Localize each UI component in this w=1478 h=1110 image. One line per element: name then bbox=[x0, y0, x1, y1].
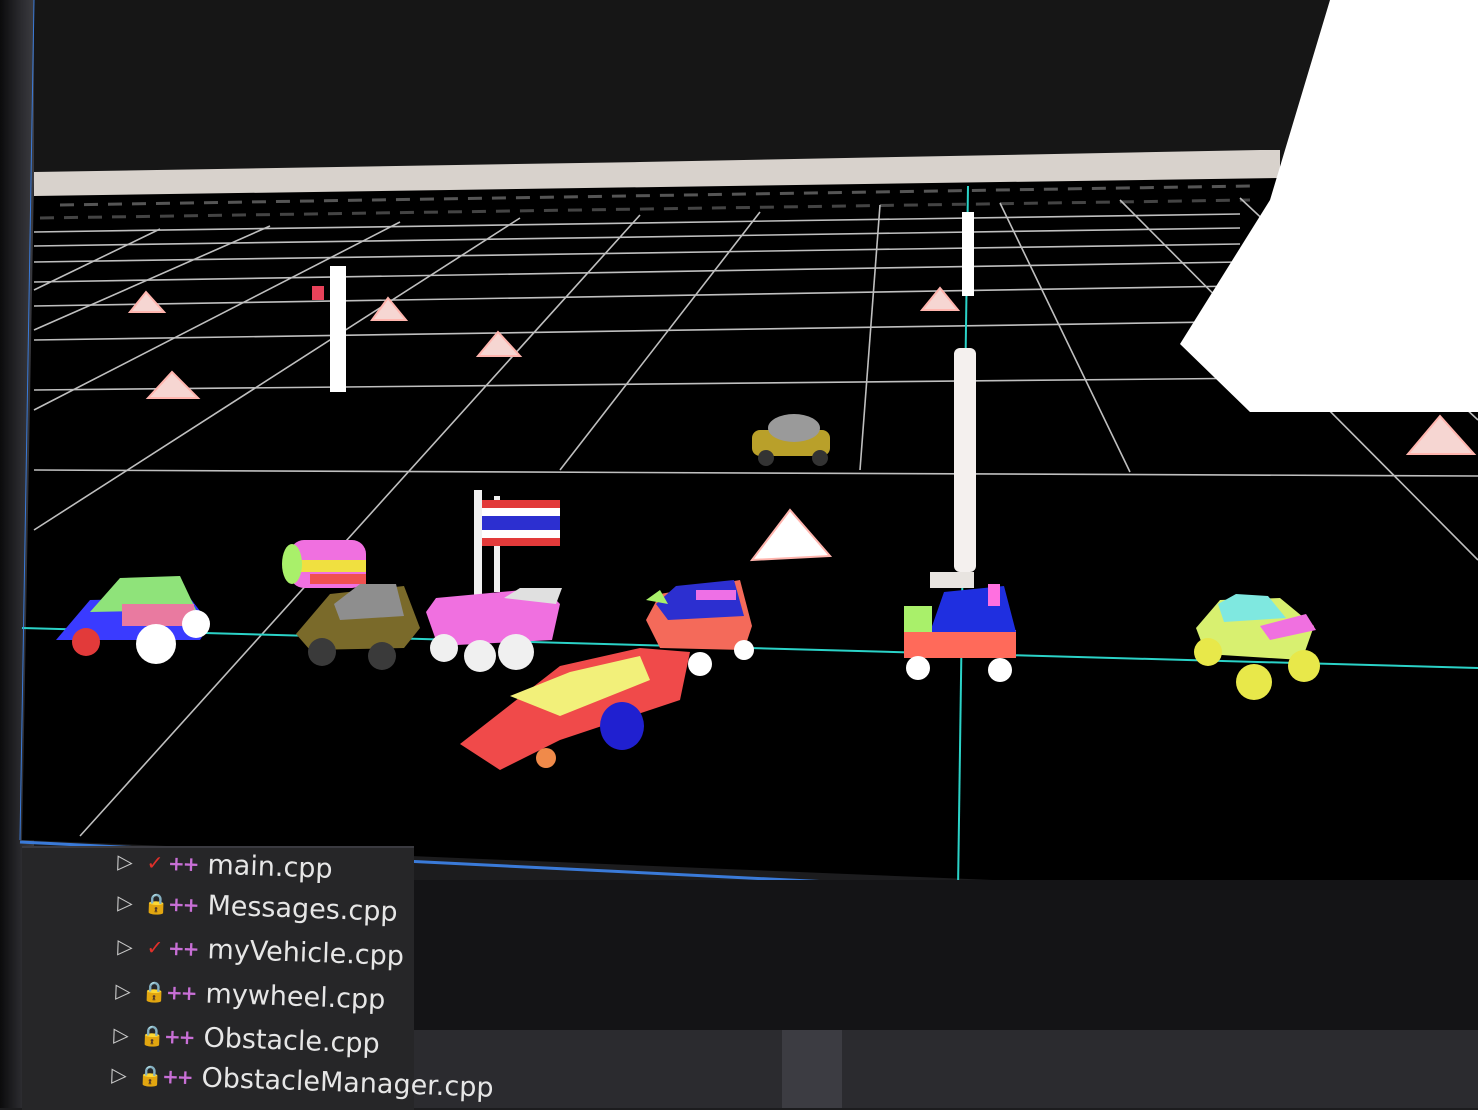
pole bbox=[954, 348, 976, 572]
file-name: mywheel.cpp bbox=[205, 978, 386, 1016]
cpp-icon: ++ bbox=[161, 1064, 193, 1090]
output-pane bbox=[414, 880, 1478, 1030]
cpp-icon: ++ bbox=[163, 1024, 194, 1050]
pole bbox=[962, 212, 974, 296]
lock-icon: 🔒 bbox=[143, 891, 170, 916]
expand-arrow-icon[interactable]: ▷ bbox=[108, 1062, 131, 1087]
check-icon: ✓ bbox=[146, 935, 164, 960]
cpp-icon: ++ bbox=[167, 935, 198, 961]
expand-arrow-icon[interactable]: ▷ bbox=[114, 890, 137, 915]
expand-arrow-icon[interactable]: ▷ bbox=[110, 1022, 133, 1047]
cpp-icon: ++ bbox=[165, 980, 196, 1006]
file-name: myVehicle.cpp bbox=[207, 933, 405, 972]
small-red-flag bbox=[312, 286, 324, 300]
lock-icon: 🔒 bbox=[139, 1023, 166, 1049]
expand-arrow-icon[interactable]: ▷ bbox=[114, 849, 137, 874]
check-icon: ✓ bbox=[146, 850, 164, 875]
expand-arrow-icon[interactable]: ▷ bbox=[112, 978, 135, 1003]
file-name: main.cpp bbox=[206, 848, 334, 885]
editor-lower-panel bbox=[414, 1030, 1478, 1108]
file-name: Obstacle.cpp bbox=[202, 1022, 381, 1060]
cpp-icon: ++ bbox=[167, 891, 198, 917]
file-name: ObstacleManager.cpp bbox=[201, 1062, 495, 1104]
lock-icon: 🔒 bbox=[137, 1063, 164, 1089]
expand-arrow-icon[interactable]: ▷ bbox=[114, 934, 137, 959]
thai-flag bbox=[482, 500, 560, 546]
cpp-icon: ++ bbox=[167, 851, 198, 877]
lock-icon: 🔒 bbox=[141, 979, 168, 1005]
panel-splitter[interactable] bbox=[782, 1030, 842, 1108]
file-name: Messages.cpp bbox=[207, 889, 399, 928]
vehicle-pink-barrel bbox=[282, 540, 366, 588]
pole bbox=[330, 266, 346, 392]
